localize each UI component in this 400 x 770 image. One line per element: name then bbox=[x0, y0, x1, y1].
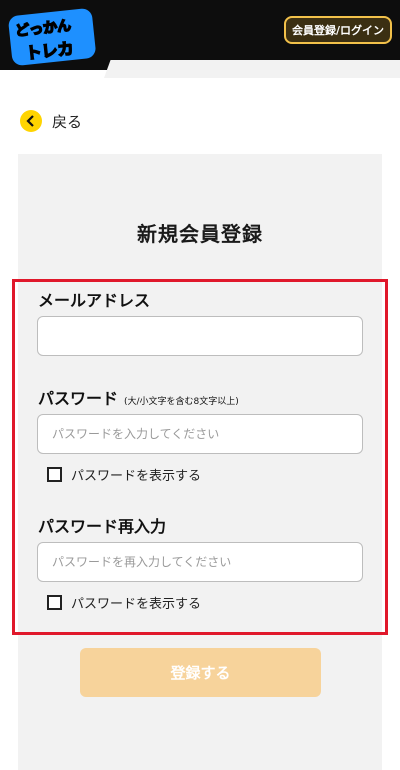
password-confirm-label: パスワード再入力 bbox=[38, 517, 167, 536]
password-confirm-field[interactable] bbox=[37, 542, 363, 582]
register-submit-button[interactable]: 登録する bbox=[80, 648, 321, 697]
password-label-row: パスワード (大/小文字を含む8文字以上) bbox=[38, 385, 239, 409]
email-field[interactable] bbox=[37, 316, 363, 356]
email-label: メールアドレス bbox=[38, 291, 151, 310]
back-label: 戻る bbox=[52, 112, 83, 131]
back-link[interactable]: 戻る bbox=[20, 110, 82, 132]
show-password-checkbox[interactable]: パスワードを表示する bbox=[47, 465, 201, 484]
logo[interactable]: どっかん トレカ bbox=[6, 6, 98, 66]
chevron-left-icon bbox=[20, 110, 42, 132]
login-register-button[interactable]: 会員登録/ログイン bbox=[284, 16, 392, 44]
checkbox-icon[interactable] bbox=[47, 467, 62, 482]
show-password-confirm-checkbox[interactable]: パスワードを表示する bbox=[47, 593, 201, 612]
show-password-confirm-label: パスワードを表示する bbox=[71, 597, 202, 612]
header: どっかん トレカ 会員登録/ログイン bbox=[0, 0, 400, 78]
show-password-label: パスワードを表示する bbox=[71, 469, 202, 484]
password-hint: (大/小文字を含む8文字以上) bbox=[124, 397, 239, 407]
password-label: パスワード bbox=[38, 389, 119, 408]
header-decoration bbox=[104, 60, 400, 78]
password-field[interactable] bbox=[37, 414, 363, 454]
checkbox-icon[interactable] bbox=[47, 595, 62, 610]
page-title: 新規会員登録 bbox=[137, 222, 263, 246]
page: どっかん トレカ 会員登録/ログイン 戻る 新規会員登録 メールアドレス パスワ… bbox=[0, 0, 400, 770]
